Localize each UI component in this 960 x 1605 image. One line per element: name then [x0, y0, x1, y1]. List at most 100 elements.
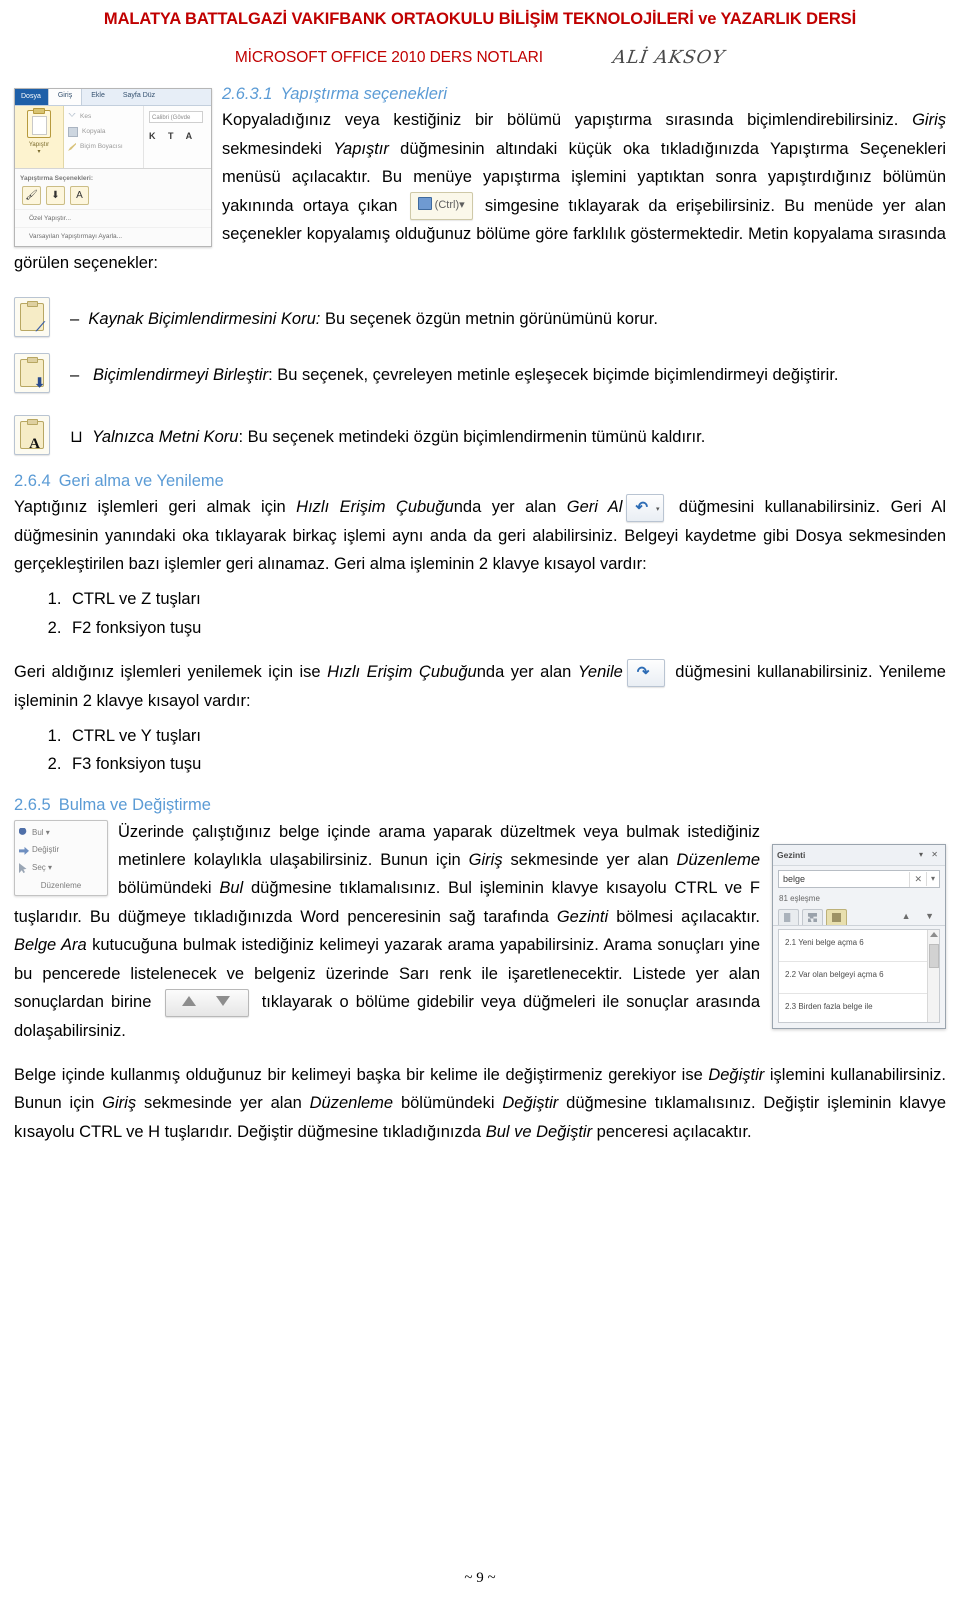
- emphasis-giris: Giriş: [912, 111, 946, 130]
- emphasis-quick-access-toolbar: Hızlı Erişim Çubuğu: [296, 498, 454, 517]
- emphasis-belge-ara: Belge Ara: [14, 936, 87, 955]
- search-results-list[interactable]: 2.1 Yeni belge açma 6 2.2 Var olan belge…: [778, 929, 940, 1024]
- header-second-row: MİCROSOFT OFFICE 2010 DERS NOTLARI ALİ A…: [14, 47, 946, 68]
- list-bullet: ⊔: [70, 427, 83, 446]
- select-button-row: Seç ▾: [17, 859, 105, 877]
- down-arrow-icon: ⬇: [34, 374, 45, 390]
- list-item[interactable]: 2.2 Var olan belgeyi açma 6: [779, 962, 939, 995]
- emphasis-yapistir: Yapıştır: [333, 139, 389, 158]
- emphasis-bul: Bul: [219, 879, 244, 898]
- navigation-pane-tabs: ▲ ▼: [773, 909, 945, 927]
- section-number: 2.6.5: [14, 796, 51, 815]
- section-title: Bulma ve Değiştirme: [58, 796, 211, 815]
- cut-command: Kes: [68, 111, 143, 122]
- list-item: CTRL ve Y tuşları: [66, 722, 946, 751]
- cut-label: Kes: [80, 113, 92, 120]
- find-button-row: Bul ▾: [17, 824, 105, 842]
- text-run: Yaptığınız işlemleri geri almak için: [14, 498, 297, 517]
- up-arrow-icon[interactable]: [181, 995, 196, 1006]
- paste-merge-formatting-icon: ⬇: [46, 186, 65, 206]
- ribbon-tab-sayfa-duzeni: Sayfa Düz: [122, 91, 156, 99]
- results-scrollbar[interactable]: [927, 930, 939, 1023]
- chevron-down-icon: ▾: [655, 505, 660, 513]
- paste-options-icons: 🖌 ⬇ A: [15, 186, 211, 209]
- pane-window-controls[interactable]: ▾ ✕: [919, 848, 941, 862]
- close-icon[interactable]: ✕: [909, 871, 926, 888]
- list-item[interactable]: 2.3 Birden fazla belge ile: [779, 994, 939, 1022]
- paste-keep-text-only-icon: A: [14, 414, 50, 455]
- editing-group-caption: Düzenleme: [40, 880, 82, 890]
- chevron-down-icon: ▾: [37, 149, 41, 156]
- tab-headings[interactable]: [778, 909, 799, 926]
- scrollbar-thumb[interactable]: [929, 944, 939, 969]
- paintbrush-icon: [68, 142, 76, 151]
- document-search-box[interactable]: ✕ ▾: [778, 870, 940, 889]
- section-number: 2.6.4: [14, 471, 51, 490]
- document-header: MALATYA BATTALGAZİ VAKIFBANK ORTAOKULU B…: [14, 0, 946, 68]
- result-navigation-buttons-image[interactable]: [164, 988, 249, 1017]
- tab-pages[interactable]: [802, 909, 823, 926]
- ribbon-tab-dosya: Dosya: [15, 89, 48, 105]
- match-count-label: 81 eşleşme: [779, 894, 820, 904]
- search-input[interactable]: [779, 871, 910, 888]
- list-item: CTRL ve Z tuşları: [66, 585, 946, 614]
- author-signature: ALİ AKSOY: [611, 47, 727, 68]
- emphasis-giris: Giriş: [102, 1094, 137, 1113]
- paste-special-item: Özel Yapıştır...: [15, 209, 211, 227]
- emphasis-degistir: Değiştir: [502, 1094, 559, 1113]
- chevron-down-icon: ▾: [459, 199, 465, 212]
- ribbon-body: Yapıştır ▾ Kes Kopyala Biçim Boyacısı Ca…: [15, 106, 211, 168]
- text-run: Kopyaladığınız veya kestiğiniz bir bölüm…: [222, 111, 913, 130]
- option-name: Biçimlendirmeyi Birleştir: [92, 365, 269, 384]
- text-run: sekmesindeki: [222, 139, 334, 158]
- course-notes-title: MİCROSOFT OFFICE 2010 DERS NOTLARI: [234, 48, 543, 66]
- option-name: Kaynak Biçimlendirmesini Koru:: [88, 309, 321, 328]
- section-heading-264: 2.6.4 Geri alma ve Yenileme: [14, 471, 946, 492]
- emphasis-duzenleme: Düzenleme: [309, 1094, 394, 1113]
- redo-button-image[interactable]: ↷: [626, 659, 665, 688]
- emphasis-undo: Geri Al: [566, 498, 623, 517]
- clipboard-icon: [27, 108, 51, 138]
- paste-keep-source-formatting-icon: 🖌: [22, 186, 41, 206]
- tab-results[interactable]: [826, 909, 847, 926]
- ribbon-tab-ekle: Ekle: [91, 91, 105, 99]
- emphasis-redo: Yenile: [577, 663, 623, 682]
- paste-keep-source-formatting-icon: ⟋: [14, 296, 50, 337]
- text-run: Belge içinde kullanmış olduğunuz bir kel…: [14, 1065, 709, 1084]
- paste-options-title: Yapıştırma Seçenekleri:: [20, 175, 93, 182]
- undo-shortcut-list: CTRL ve Z tuşları F2 fonksiyon tuşu: [14, 585, 946, 643]
- chevron-down-icon[interactable]: ▾: [925, 872, 939, 887]
- emphasis-duzenleme: Düzenleme: [676, 851, 761, 870]
- scroll-up-arrow-icon[interactable]: [930, 932, 938, 938]
- undo-button-image[interactable]: ↶ ▾: [626, 493, 665, 522]
- text-run: bölmesi açılacaktır.: [608, 907, 760, 926]
- navigation-pane-image: Gezinti ▾ ✕ ✕ ▾ 81 eşleşme ▲ ▼ 2.1 Yeni …: [772, 843, 946, 1030]
- emphasis-bul-ve-degistir: Bul ve Değiştir: [485, 1122, 593, 1141]
- set-default-paste-item: Varsayılan Yapıştırmayı Ayarla...: [15, 227, 211, 245]
- font-name-box: Calibri (Gövde: [149, 111, 203, 123]
- letter-a-icon: A: [29, 435, 40, 452]
- paragraph-undo: Yaptığınız işlemleri geri almak için Hız…: [14, 493, 946, 578]
- paste-merge-formatting-icon: ⬇: [14, 352, 50, 393]
- scissors-icon: [68, 112, 76, 117]
- document-content: Dosya Giriş Ekle Sayfa Düz Yapıştır ▾ Ke: [14, 84, 946, 1146]
- page-footer: ~ 9 ~: [464, 1570, 496, 1586]
- list-bullet: –: [70, 309, 80, 328]
- paste-option-row: ⬇ – Biçimlendirmeyi Birleştir: Bu seçene…: [14, 351, 946, 393]
- binoculars-icon: [19, 827, 27, 835]
- list-item: F3 fonksiyon tuşu: [66, 750, 946, 779]
- list-item[interactable]: 2.1 Yeni belge açma 6: [779, 930, 939, 963]
- replace-icon: [19, 846, 29, 855]
- section-number: 2.6.3.1: [222, 85, 273, 103]
- paste-ctrl-smart-tag[interactable]: (Ctrl)▾: [409, 192, 473, 221]
- option-description: : Bu seçenek, çevreleyen metinle eşleşec…: [268, 365, 839, 384]
- headings-icon: [784, 913, 791, 923]
- paragraph-redo: Geri aldığınız işlemleri yenilemek için …: [14, 658, 946, 715]
- navigation-pane-title: Gezinti: [777, 849, 806, 860]
- paste-keep-text-only-icon: A: [70, 186, 89, 206]
- down-arrow-icon[interactable]: [215, 995, 230, 1006]
- prev-next-result-buttons[interactable]: ▲ ▼: [902, 909, 940, 924]
- option-description: : Bu seçenek metindeki özgün biçimlendir…: [238, 427, 706, 446]
- navigation-pane-titlebar: Gezinti ▾ ✕: [773, 844, 945, 867]
- paintbrush-icon: ⟋: [35, 318, 45, 334]
